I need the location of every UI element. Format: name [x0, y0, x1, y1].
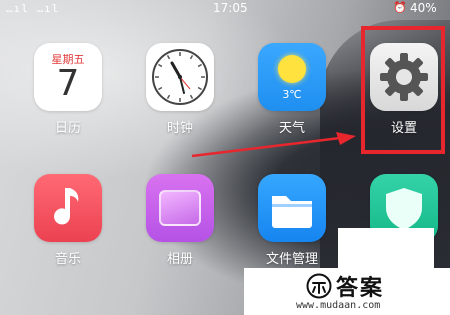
- settings-highlight-box: [361, 26, 445, 154]
- app-label-calendar: 日历: [54, 121, 81, 136]
- weather-icon: 3℃: [258, 43, 326, 111]
- alarm-icon: ⏰: [393, 1, 407, 14]
- clock-face-icon: [152, 49, 208, 105]
- clock-icon: [146, 43, 214, 111]
- calendar-day: 7: [56, 63, 80, 104]
- files-icon: [258, 174, 326, 242]
- signal-icon: …ıl …ıl: [6, 2, 60, 15]
- status-time: 17:05: [213, 1, 248, 15]
- weather-temperature: 3℃: [282, 88, 302, 101]
- watermark-backdrop: [338, 228, 434, 270]
- sun-icon: [278, 55, 306, 83]
- app-label-music: 音乐: [54, 252, 81, 267]
- app-music[interactable]: 音乐: [32, 174, 104, 267]
- photo-frame-icon: [159, 190, 201, 226]
- app-label-photos: 相册: [166, 252, 193, 267]
- calendar-icon: 星期五 7: [34, 43, 102, 111]
- folder-icon: [272, 196, 312, 228]
- watermark-logo-icon: [306, 273, 332, 299]
- app-photos[interactable]: 相册: [144, 174, 216, 267]
- watermark-title: 答案: [336, 276, 385, 301]
- watermark: 答案 www.mudaan.com: [244, 268, 450, 315]
- app-clock[interactable]: 时钟: [144, 43, 216, 136]
- status-bar: …ıl …ıl 17:05 ⏰ 40%: [0, 0, 450, 18]
- app-files[interactable]: 文件管理: [256, 174, 328, 267]
- app-weather[interactable]: 3℃ 天气: [256, 43, 328, 136]
- app-calendar[interactable]: 星期五 7 日历: [32, 43, 104, 136]
- app-label-files: 文件管理: [265, 252, 318, 267]
- music-note-icon: [54, 188, 79, 225]
- battery-level: 40%: [410, 1, 437, 15]
- watermark-url: www.mudaan.com: [296, 300, 381, 311]
- photos-icon: [146, 174, 214, 242]
- pointer-arrow: [191, 132, 356, 158]
- music-icon: [34, 174, 102, 242]
